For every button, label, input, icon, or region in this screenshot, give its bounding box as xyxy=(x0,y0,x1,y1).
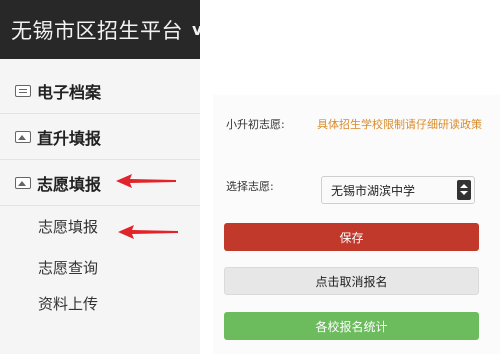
sidebar-item-direct-entry[interactable]: 直升填报 xyxy=(0,114,200,160)
subnav-label: 志愿填报 xyxy=(38,217,99,236)
app-header: 无锡市区招生平台 v2 xyxy=(0,0,200,59)
school-select[interactable]: 无锡市湖滨中学 xyxy=(321,176,475,204)
save-button[interactable]: 保存 xyxy=(224,223,479,251)
subnav-upload[interactable]: 资料上传 xyxy=(0,285,200,321)
sidebar-item-label: 志愿填报 xyxy=(37,174,102,194)
subnav-label: 资料上传 xyxy=(38,294,99,313)
select-caret-icon xyxy=(457,180,471,200)
app-title: 无锡市区招生平台 xyxy=(11,18,183,43)
sidebar: 电子档案 直升填报 志愿填报 志愿填报 志愿查询 资料上传 xyxy=(0,59,200,354)
image-icon xyxy=(15,176,31,189)
document-icon xyxy=(15,84,31,97)
wish-label: 小升初志愿: xyxy=(226,118,285,131)
app-version: v2 xyxy=(192,20,200,39)
subnav-label: 志愿查询 xyxy=(38,258,99,277)
annotation-arrow-icon xyxy=(118,225,178,239)
policy-note: 具体招生学校限制请仔细研读政策 xyxy=(317,118,482,131)
school-select-value: 无锡市湖滨中学 xyxy=(331,183,416,198)
sidebar-item-electronic-records[interactable]: 电子档案 xyxy=(0,68,200,114)
registration-stats-button[interactable]: 各校报名统计 xyxy=(224,312,479,340)
select-wish-label: 选择志愿: xyxy=(226,180,274,193)
annotation-arrow-icon xyxy=(116,174,176,188)
sidebar-item-label: 直升填报 xyxy=(37,128,102,148)
image-icon xyxy=(15,130,31,143)
subnav-wish-query[interactable]: 志愿查询 xyxy=(0,249,200,285)
cancel-registration-button[interactable]: 点击取消报名 xyxy=(224,267,479,295)
sidebar-item-label: 电子档案 xyxy=(37,82,102,102)
